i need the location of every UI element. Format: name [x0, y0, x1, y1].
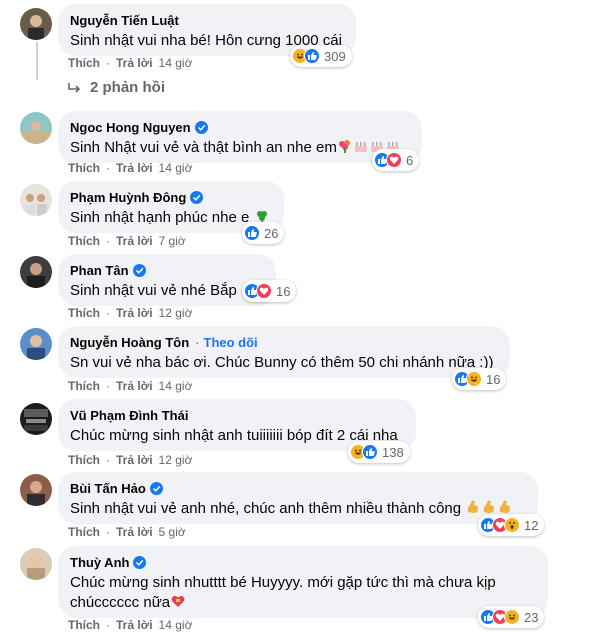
- thread-line: [36, 42, 38, 80]
- comment-bubble: Thuỳ Anh Chúc mừng sinh nhutttt bé Huyyy…: [58, 546, 548, 618]
- reply-button[interactable]: Trả lời: [116, 379, 153, 393]
- author-name[interactable]: Thuỳ Anh: [70, 555, 129, 570]
- wow-icon: [504, 517, 520, 533]
- comment-text: Sinh Nhật vui vẻ và thật bình an nhe em: [70, 138, 410, 160]
- reply-button[interactable]: Trả lời: [116, 525, 153, 539]
- like-button[interactable]: Thích: [68, 161, 100, 175]
- reaction-summary[interactable]: 138: [348, 441, 410, 463]
- author-name[interactable]: Bùi Tấn Hảo: [70, 481, 146, 496]
- comment-text: Chúc mừng sinh nhutttt bé Huyyyy. mới gặ…: [70, 574, 496, 591]
- like-button[interactable]: Thích: [68, 525, 100, 539]
- like-button[interactable]: Thích: [68, 618, 100, 632]
- avatar[interactable]: [20, 548, 52, 580]
- cake-icon: [353, 138, 369, 160]
- author-name[interactable]: Phạm Huỳnh Đông: [70, 190, 186, 205]
- avatar[interactable]: [20, 474, 52, 506]
- timestamp[interactable]: 14 giờ: [159, 161, 193, 175]
- avatar[interactable]: [20, 112, 52, 144]
- avatar[interactable]: [20, 328, 52, 360]
- timestamp[interactable]: 12 giờ: [159, 453, 193, 467]
- reply-arrow-icon: [68, 82, 81, 93]
- muscle-icon: [465, 499, 481, 521]
- author-name[interactable]: Vũ Phạm Đình Thái: [70, 408, 188, 423]
- comment-bubble: Nguyễn Hoàng Tôn · Theo dõi Sn vui vẻ nh…: [58, 326, 510, 378]
- avatar[interactable]: [20, 8, 52, 40]
- reply-button[interactable]: Trả lời: [116, 618, 153, 632]
- comment-text: Sinh nhật vui vẻ nhé Bắp: [70, 282, 237, 299]
- replies-count[interactable]: 2 phản hồi: [90, 79, 165, 96]
- reaction-count: 12: [524, 517, 539, 533]
- reaction-summary[interactable]: 16: [242, 280, 297, 302]
- avatar[interactable]: [20, 184, 52, 216]
- like-icon: [304, 48, 320, 64]
- reaction-count: 138: [382, 444, 404, 460]
- avatar[interactable]: [20, 403, 52, 435]
- author-name[interactable]: Phan Tân: [70, 263, 129, 278]
- timestamp[interactable]: 14 giờ: [159, 618, 193, 632]
- like-button[interactable]: Thích: [68, 379, 100, 393]
- like-button[interactable]: Thích: [68, 453, 100, 467]
- reaction-summary[interactable]: 16: [452, 368, 507, 390]
- reply-button[interactable]: Trả lời: [116, 234, 153, 248]
- timestamp[interactable]: 7 giờ: [159, 234, 186, 248]
- like-button[interactable]: Thích: [68, 234, 100, 248]
- reaction-summary[interactable]: 23: [478, 606, 545, 628]
- timestamp[interactable]: 14 giờ: [159, 379, 193, 393]
- reaction-count: 6: [406, 152, 414, 168]
- reaction-summary[interactable]: 26: [242, 222, 285, 244]
- comment-bubble: Ngoc Hong Nguyen Sinh Nhật vui vẻ và thậ…: [58, 111, 422, 163]
- timestamp[interactable]: 14 giờ: [159, 56, 193, 70]
- comment-actions: Thích · Trả lời 5 giờ: [68, 525, 186, 539]
- timestamp[interactable]: 5 giờ: [159, 525, 186, 539]
- verified-badge-icon: [190, 190, 204, 204]
- reply-button[interactable]: Trả lời: [116, 56, 153, 70]
- reply-button[interactable]: Trả lời: [116, 161, 153, 175]
- haha-icon: [466, 371, 482, 387]
- comment-text: Sinh nhật hạnh phúc nhe e: [70, 208, 272, 230]
- comment-actions: Thích · Trả lời 7 giờ: [68, 234, 186, 248]
- comment-actions: Thích · Trả lời 14 giờ: [68, 618, 193, 632]
- comment-actions: Thích · Trả lời 12 giờ: [68, 306, 193, 320]
- comment-actions: Thích · Trả lời 12 giờ: [68, 453, 193, 467]
- comment-actions: Thích · Trả lời 14 giờ: [68, 161, 193, 175]
- verified-badge-icon: [133, 555, 147, 569]
- timestamp[interactable]: 12 giờ: [159, 306, 193, 320]
- author-name[interactable]: Ngoc Hong Nguyen: [70, 120, 191, 135]
- follow-button[interactable]: Theo dõi: [204, 335, 258, 350]
- reaction-count: 309: [324, 48, 346, 64]
- reaction-count: 23: [524, 609, 539, 625]
- haha-icon: [504, 609, 520, 625]
- reaction-count: 16: [276, 283, 291, 299]
- love-icon: [256, 283, 272, 299]
- heart-ribbon-icon: [170, 593, 186, 615]
- reaction-summary[interactable]: 12: [478, 514, 545, 536]
- author-name[interactable]: Nguyễn Hoàng Tôn: [70, 335, 189, 350]
- reaction-summary[interactable]: 309: [290, 45, 352, 67]
- reply-button[interactable]: Trả lời: [116, 306, 153, 320]
- like-icon: [244, 225, 260, 241]
- comment-text-continued: chúcccccc nữa: [70, 593, 536, 615]
- comment-actions: Thích · Trả lời 14 giờ: [68, 379, 193, 393]
- verified-badge-icon: [194, 120, 208, 134]
- love-icon: [386, 152, 402, 168]
- comment-text: Sn vui vẻ nha bác ơi. Chúc Bunny có thêm…: [70, 354, 494, 371]
- comment-text: Sinh nhật vui vẻ anh nhé, chúc anh thêm …: [70, 499, 526, 521]
- like-button[interactable]: Thích: [68, 56, 100, 70]
- verified-badge-icon: [132, 263, 146, 277]
- comment-bubble: Bùi Tấn Hảo Sinh nhật vui vẻ anh nhé, ch…: [58, 472, 538, 524]
- bouquet-icon: [337, 138, 353, 160]
- avatar[interactable]: [20, 256, 52, 288]
- like-button[interactable]: Thích: [68, 306, 100, 320]
- reply-button[interactable]: Trả lời: [116, 453, 153, 467]
- reaction-count: 16: [486, 371, 501, 387]
- reaction-count: 26: [264, 225, 279, 241]
- author-name[interactable]: Nguyễn Tiến Luật: [70, 13, 179, 28]
- like-icon: [362, 444, 378, 460]
- verified-badge-icon: [149, 481, 163, 495]
- view-replies-link[interactable]: 2 phản hồi: [68, 79, 165, 96]
- reaction-summary[interactable]: 6: [372, 149, 420, 171]
- comment-bubble: Phan Tân Sinh nhật vui vẻ nhé Bắp: [58, 254, 276, 306]
- comment-actions: Thích · Trả lời 14 giờ: [68, 56, 193, 70]
